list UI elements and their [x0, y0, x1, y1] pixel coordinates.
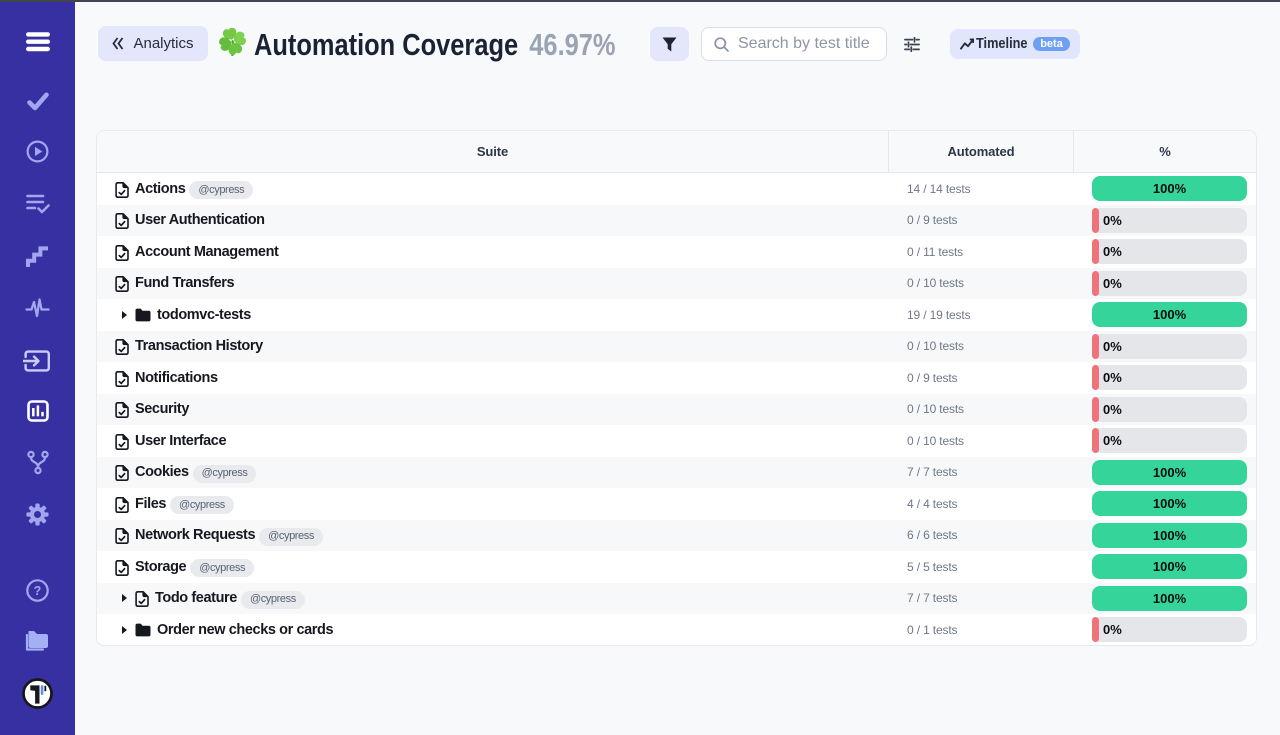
svg-text:?: ? [34, 584, 42, 598]
